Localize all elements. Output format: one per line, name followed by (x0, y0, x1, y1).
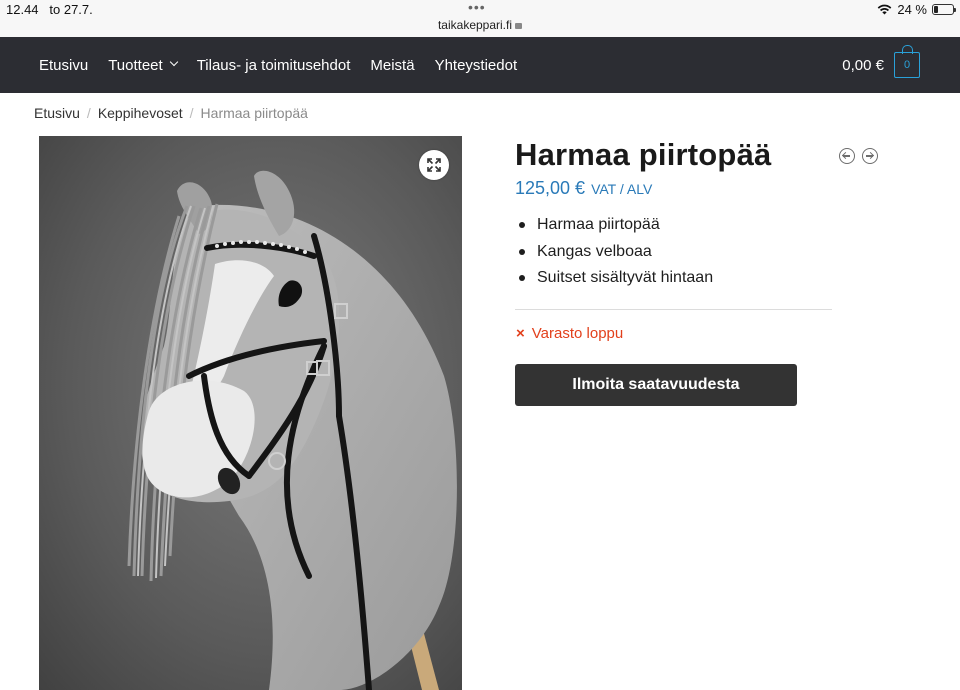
status-right: 24 % (877, 2, 956, 17)
status-time: 12.44 to 27.7. (6, 2, 93, 17)
battery-icon (932, 4, 956, 15)
feature-item: Kangas velboaa (515, 239, 713, 266)
breadcrumb-link-etusivu[interactable]: Etusivu (34, 105, 80, 121)
breadcrumb-separator: / (86, 105, 91, 121)
product-navigation (839, 148, 878, 164)
lock-icon (515, 23, 523, 29)
breadcrumb-link-keppihevoset[interactable]: Keppihevoset (98, 105, 183, 121)
feature-item: Harmaa piirtopää (515, 212, 713, 239)
nav-item-etusivu[interactable]: Etusivu (29, 57, 98, 74)
cart-link[interactable]: 0,00 € 0 (842, 37, 920, 93)
cart-count: 0 (903, 59, 911, 71)
nav-item-tuotteet[interactable]: Tuotteet (98, 57, 186, 74)
stock-status: × Varasto loppu (516, 325, 623, 342)
shopping-bag-icon[interactable]: 0 (894, 45, 920, 78)
url-text: taikakeppari.fi (437, 18, 513, 32)
nav-menu: Etusivu Tuotteet Tilaus- ja toimitusehdo… (29, 37, 527, 93)
cart-total: 0,00 € (842, 56, 884, 74)
notify-availability-button[interactable]: Ilmoita saatavuudesta (515, 364, 797, 406)
wifi-icon (878, 4, 892, 15)
breadcrumb: Etusivu / Keppihevoset / Harmaa piirtopä… (34, 105, 308, 121)
zoom-button[interactable] (419, 150, 449, 180)
status-bar: 12.44 to 27.7. ••• taikakeppari.fi 24 % (0, 0, 960, 37)
stock-status-text: Varasto loppu (531, 325, 624, 342)
next-product-icon[interactable] (862, 148, 878, 164)
main-nav: Etusivu Tuotteet Tilaus- ja toimitusehdo… (0, 37, 960, 93)
status-date: to 27.7. (49, 2, 93, 17)
address-bar[interactable]: taikakeppari.fi (0, 18, 960, 32)
price-vat-label: VAT / ALV (591, 181, 653, 197)
divider (515, 309, 832, 310)
product-title: Harmaa piirtopää (515, 137, 772, 172)
product-image[interactable] (39, 136, 462, 690)
price-amount: 125,00 € (515, 178, 586, 198)
previous-product-icon[interactable] (839, 148, 855, 164)
product-price: 125,00 € VAT / ALV (515, 178, 652, 199)
battery-percent: 24 % (897, 2, 927, 17)
out-of-stock-icon: × (516, 325, 525, 342)
chevron-down-icon (169, 57, 178, 67)
nav-item-meista[interactable]: Meistä (360, 57, 424, 74)
more-dots-icon[interactable]: ••• (468, 0, 486, 14)
breadcrumb-current: Harmaa piirtopää (200, 105, 308, 121)
nav-item-tilausehdot[interactable]: Tilaus- ja toimitusehdot (187, 57, 361, 74)
nav-item-yhteystiedot[interactable]: Yhteystiedot (425, 57, 528, 74)
product-features: Harmaa piirtopää Kangas velboaa Suitset … (515, 212, 713, 292)
breadcrumb-separator: / (189, 105, 194, 121)
expand-icon (427, 158, 441, 172)
feature-item: Suitset sisältyvät hintaan (515, 265, 713, 292)
hobby-horse-photo (39, 136, 462, 690)
